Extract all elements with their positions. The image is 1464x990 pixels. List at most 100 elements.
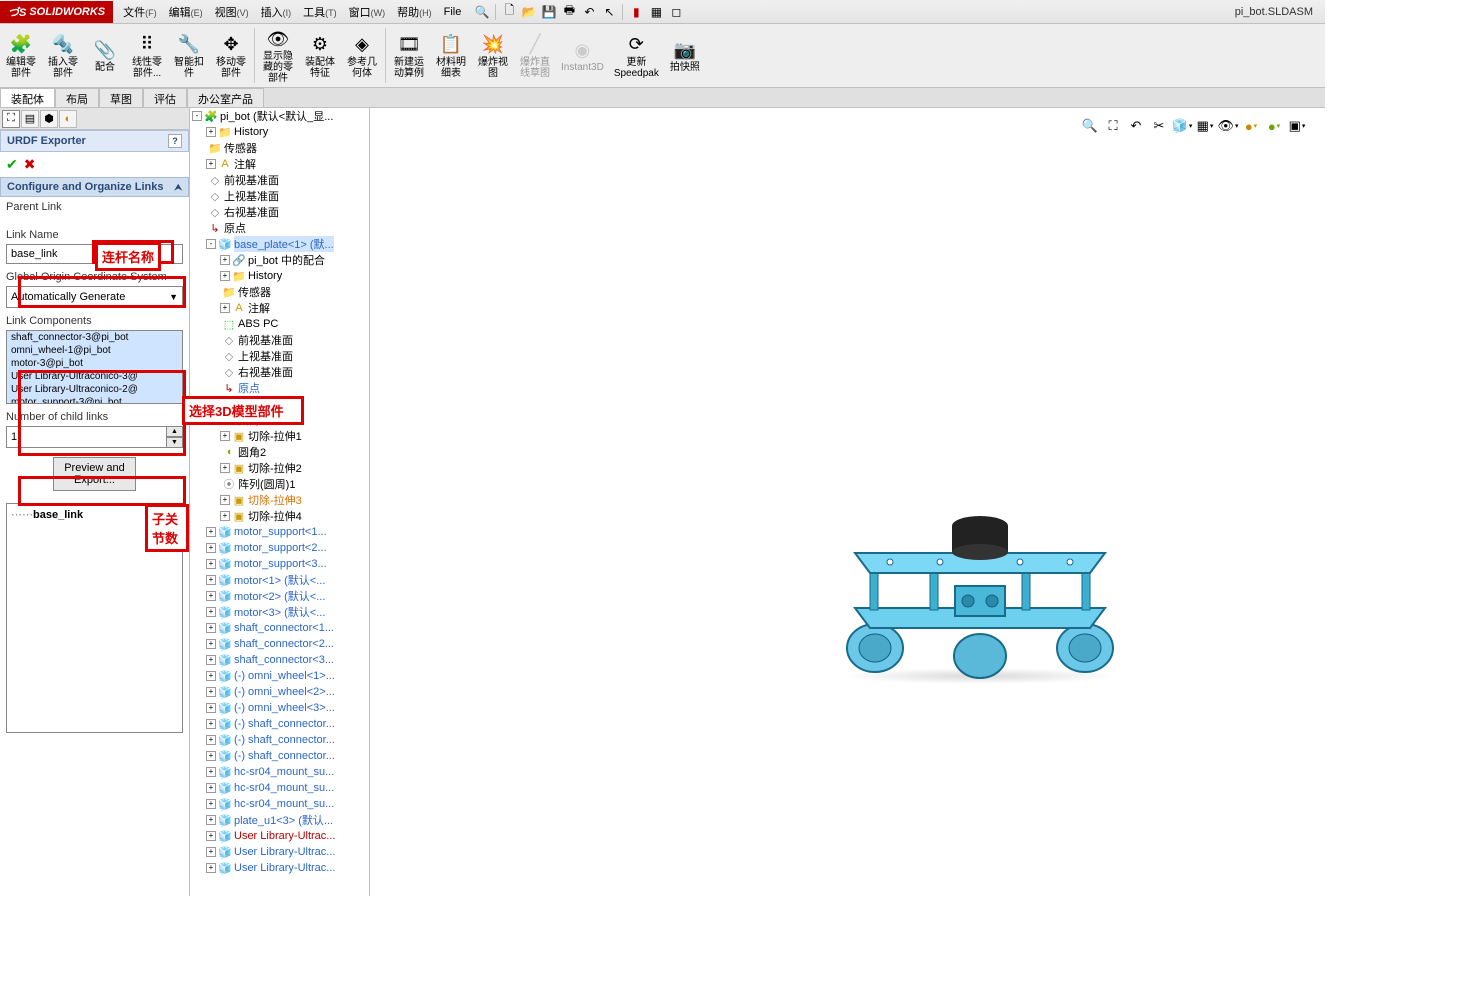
list-item[interactable]: User Library-Ultraconico-2@: [7, 383, 182, 396]
cancel-icon[interactable]: ✖: [24, 156, 36, 173]
expand-icon[interactable]: +: [206, 687, 216, 697]
tree-item[interactable]: -🧊base_plate<1> (默...: [190, 236, 369, 252]
exploded-line-button[interactable]: ╱爆炸直 线草图: [514, 24, 556, 87]
tree-item[interactable]: ⦿阵列(圆周)1: [190, 476, 369, 492]
new-doc-icon[interactable]: 🗋: [500, 3, 518, 21]
tree-item[interactable]: +🧊motor_support<3...: [190, 556, 369, 572]
options-icon[interactable]: ▦: [647, 3, 665, 21]
tree-item[interactable]: +▣切除-拉伸4: [190, 508, 369, 524]
link-tree-root[interactable]: base_link: [33, 509, 83, 521]
expand-icon[interactable]: +: [220, 431, 230, 441]
display-manager-tab-icon[interactable]: ◐: [59, 110, 77, 128]
tree-item[interactable]: +🧊shaft_connector<2...: [190, 636, 369, 652]
tree-item[interactable]: +🧊motor<1> (默认<...: [190, 572, 369, 588]
menu-edit[interactable]: 编辑(E): [163, 4, 209, 20]
expand-icon[interactable]: +: [206, 639, 216, 649]
undo-icon[interactable]: ↶: [580, 3, 598, 21]
ok-icon[interactable]: ✔: [6, 156, 18, 173]
tree-item[interactable]: ◇前视基准面: [190, 332, 369, 348]
tree-item[interactable]: +🧊motor_support<1...: [190, 524, 369, 540]
display-style-icon[interactable]: ▦: [1195, 116, 1215, 136]
tree-item[interactable]: +🧊motor<2> (默认<...: [190, 588, 369, 604]
expand-icon[interactable]: +: [206, 127, 216, 137]
tree-item[interactable]: ↳原点: [190, 380, 369, 396]
expand-icon[interactable]: +: [220, 255, 230, 265]
expand-icon[interactable]: +: [206, 799, 216, 809]
list-item[interactable]: omni_wheel-1@pi_bot: [7, 344, 182, 357]
expand-icon[interactable]: +: [206, 783, 216, 793]
update-speedpak-button[interactable]: ⟳更新 Speedpak: [609, 24, 664, 87]
expand-icon[interactable]: +: [206, 815, 216, 825]
expand-icon[interactable]: +: [220, 463, 230, 473]
tree-item[interactable]: +🧊(-) omni_wheel<2>...: [190, 684, 369, 700]
capture-icon[interactable]: ◻: [667, 3, 685, 21]
open-icon[interactable]: 📂: [520, 3, 538, 21]
linear-pattern-button[interactable]: ⠿线性零 部件...: [126, 24, 168, 87]
expand-icon[interactable]: +: [206, 591, 216, 601]
tree-item[interactable]: +🧊User Library-Ultrac...: [190, 860, 369, 876]
expand-icon[interactable]: -: [192, 111, 202, 121]
tree-item[interactable]: +🧊(-) shaft_connector...: [190, 748, 369, 764]
link-components-listbox[interactable]: shaft_connector-3@pi_bot omni_wheel-1@pi…: [6, 330, 183, 404]
expand-icon[interactable]: +: [206, 623, 216, 633]
expand-icon[interactable]: +: [206, 671, 216, 681]
snapshot-button[interactable]: 📷拍快照: [664, 24, 706, 87]
expand-icon[interactable]: +: [206, 559, 216, 569]
tree-item[interactable]: ◇右视基准面: [190, 364, 369, 380]
link-name-input[interactable]: [6, 244, 183, 264]
collapse-icon[interactable]: ⮝: [174, 182, 182, 193]
expand-icon[interactable]: +: [206, 575, 216, 585]
assembly-feat-button[interactable]: ⚙装配体 特征: [299, 24, 341, 87]
tree-item[interactable]: +🧊hc-sr04_mount_su...: [190, 796, 369, 812]
menu-file[interactable]: 文件(F): [117, 4, 163, 20]
search-icon[interactable]: 🔍: [473, 3, 491, 21]
print-icon[interactable]: 🖶: [560, 3, 578, 21]
tree-item[interactable]: +▣切除-拉伸3: [190, 492, 369, 508]
list-item[interactable]: User Library-Ultraconico-3@: [7, 370, 182, 383]
tree-item[interactable]: ◇上视基准面: [190, 188, 369, 204]
tree-item[interactable]: ◇上视基准面: [190, 348, 369, 364]
expand-icon[interactable]: +: [206, 543, 216, 553]
expand-icon[interactable]: +: [206, 751, 216, 761]
tab-layout[interactable]: 布局: [55, 88, 99, 107]
tree-item[interactable]: +🧊hc-sr04_mount_su...: [190, 764, 369, 780]
list-item[interactable]: motor_support-3@pi_bot: [7, 396, 182, 404]
expand-icon[interactable]: -: [206, 239, 216, 249]
expand-icon[interactable]: +: [220, 495, 230, 505]
tree-item[interactable]: ↳原点: [190, 220, 369, 236]
bom-button[interactable]: 📋材料明 细表: [430, 24, 472, 87]
tree-item[interactable]: +A注解: [190, 156, 369, 172]
select-icon[interactable]: ↖: [600, 3, 618, 21]
feature-manager-tab-icon[interactable]: ⛶: [2, 110, 20, 128]
property-manager-tab-icon[interactable]: ▤: [21, 110, 39, 128]
link-tree[interactable]: ⋯⋯base_link: [6, 503, 183, 733]
exploded-button[interactable]: 💥爆炸视 图: [472, 24, 514, 87]
3d-viewport[interactable]: 🔍 ⛶ ↶ ✂ 🧊 ▦ 👁 ● ● ▣: [370, 108, 1325, 896]
expand-icon[interactable]: +: [220, 511, 230, 521]
expand-icon[interactable]: +: [206, 719, 216, 729]
menu-help[interactable]: 帮助(H): [391, 4, 438, 20]
prev-view-icon[interactable]: ↶: [1126, 116, 1146, 136]
expand-icon[interactable]: +: [206, 527, 216, 537]
tree-item[interactable]: ◇前视基准面: [190, 172, 369, 188]
global-origin-combo[interactable]: Automatically Generate▼: [6, 286, 183, 308]
robot-model[interactable]: [830, 478, 1130, 698]
expand-icon[interactable]: +: [220, 399, 230, 409]
expand-icon[interactable]: +: [220, 303, 230, 313]
edit-part-button[interactable]: 🧩编辑零 部件: [0, 24, 42, 87]
tree-item[interactable]: +🧊shaft_connector<3...: [190, 652, 369, 668]
list-item[interactable]: shaft_connector-3@pi_bot: [7, 331, 182, 344]
insert-part-button[interactable]: 🔩插入零 部件: [42, 24, 84, 87]
save-icon[interactable]: 💾: [540, 3, 558, 21]
expand-icon[interactable]: +: [206, 767, 216, 777]
tree-item[interactable]: +🧊(-) shaft_connector...: [190, 732, 369, 748]
tree-item[interactable]: +🧊plate_u1<3> (默认...: [190, 812, 369, 828]
num-child-input[interactable]: [6, 426, 167, 448]
tree-item[interactable]: ◖圆角1: [190, 412, 369, 428]
tree-item[interactable]: +📁History: [190, 124, 369, 140]
tree-item[interactable]: +🧊shaft_connector<1...: [190, 620, 369, 636]
expand-icon[interactable]: +: [206, 703, 216, 713]
list-item[interactable]: motor-3@pi_bot: [7, 357, 182, 370]
tree-item[interactable]: +🧊motor<3> (默认<...: [190, 604, 369, 620]
tree-item[interactable]: +🧊(-) omni_wheel<3>...: [190, 700, 369, 716]
